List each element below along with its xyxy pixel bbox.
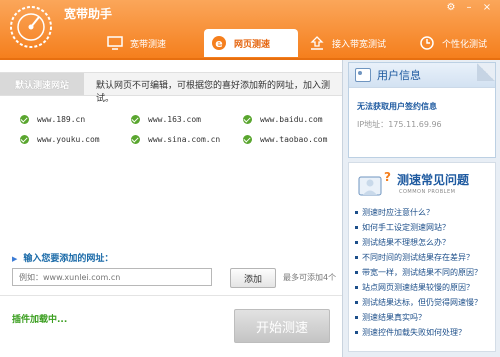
faq-link[interactable]: 带宽一样，测试结果不同的原因？ [355,267,482,278]
tab-access-bandwidth[interactable]: 接入带宽测试 [302,29,408,57]
monitor-icon [106,34,124,52]
tab-custom-test[interactable]: 个性化测试 [412,29,500,57]
bullet-icon [355,286,358,289]
user-info-title: 用户信息 [377,69,421,82]
upload-icon [308,34,326,52]
section-description: 默认网页不可编辑，可根据您的喜好添加新的网址，加入测试。 [96,81,331,104]
window-controls: ⚙ – × [444,2,494,14]
user-info-header: 用户信息 [349,63,495,88]
faq-link-text: 测速时应注意什么？ [362,208,434,217]
site-url: www.youku.com [37,135,100,144]
site-item: www.189.cn [20,115,85,124]
plugin-status: 插件加载中... [12,315,68,325]
tab-broadband-speed[interactable]: 宽带测速 [100,29,200,57]
site-item: www.163.com [131,115,201,124]
add-limit-hint: 最多可添加4个 [283,273,337,282]
svg-text:e: e [215,37,222,50]
site-url: www.taobao.com [260,135,328,144]
tab-web-speed[interactable]: e 网页测速 [204,29,298,57]
bullet-icon [355,331,358,334]
divider [0,295,342,296]
ip-label: IP地址： [357,120,389,129]
faq-link-text: 如何手工设定测速网站？ [362,223,450,232]
site-item: www.sina.com.cn [131,135,220,144]
tab-label: 个性化测试 [442,39,488,50]
faq-link[interactable]: 站点网页测速结果较慢的原因？ [355,282,474,293]
site-url: www.sina.com.cn [148,135,221,144]
check-icon [243,115,252,124]
faq-link[interactable]: 测试结果不理想怎么办？ [355,237,450,248]
app-header: 宽带助手 ⚙ – × 宽带测速 e 网页测速 接入带宽测试 个性化测试 [0,0,500,60]
check-icon [20,135,29,144]
faq-subtitle: COMMON PROBLEM [399,189,456,195]
faq-link[interactable]: 如何手工设定测速网站？ [355,222,450,233]
bullet-icon [355,241,358,244]
user-ip-address: IP地址：175.11.69.96 [357,119,442,130]
user-contract-status: 无法获取用户签约信息 [357,102,437,111]
default-sites-tab[interactable]: 默认测速网站 [0,73,84,95]
bullet-icon [355,226,358,229]
site-item: www.baidu.com [243,115,323,124]
faq-link-text: 站点网页测速结果较慢的原因？ [362,283,474,292]
faq-link-text: 测速结果真实吗？ [362,313,426,322]
site-item: www.youku.com [20,135,100,144]
tab-label: 宽带测速 [130,39,167,50]
app-title: 宽带助手 [64,7,113,21]
speedometer-logo-icon [10,6,52,48]
faq-link-text: 测试结果达标，但仍觉得网速慢？ [362,298,482,307]
site-url: www.189.cn [37,115,86,124]
check-icon [131,115,140,124]
faq-card: ? 测速常见问题 COMMON PROBLEM 测速时应注意什么？ 如何手工设定… [348,162,496,352]
faq-link[interactable]: 测速结果真实吗？ [355,312,426,323]
site-url: www.baidu.com [260,115,323,124]
add-url-label-text: 输入您要添加的网址： [23,254,114,264]
svg-text:?: ? [384,170,391,184]
tab-label: 网页测速 [234,39,271,50]
ie-icon: e [210,34,228,52]
bullet-icon [355,211,358,214]
bullet-icon [355,271,358,274]
faq-title: 测速常见问题 [397,173,470,187]
site-url: www.163.com [148,115,201,124]
start-test-button[interactable]: 开始测速 [234,309,330,343]
clock-icon [418,34,436,52]
triangle-right-icon: ▶ [12,255,18,263]
faq-link[interactable]: 测试结果达标，但仍觉得网速慢？ [355,297,482,308]
tab-label: 接入带宽测试 [332,39,387,50]
user-card-icon [355,68,371,82]
user-info-card: 用户信息 无法获取用户签约信息 IP地址：175.11.69.96 [348,62,496,158]
bullet-icon [355,316,358,319]
section-header: 默认测速网站 默认网页不可编辑，可根据您的喜好添加新的网址，加入测试。 [0,72,342,104]
faq-link-text: 带宽一样，测试结果不同的原因？ [362,268,482,277]
bullet-icon [355,256,358,259]
main-tabs: 宽带测速 e 网页测速 接入带宽测试 个性化测试 [100,29,500,57]
faq-link[interactable]: 测速控件加载失败如何处理？ [355,327,466,338]
faq-link-text: 测试结果不理想怎么办？ [362,238,450,247]
question-person-icon: ? [358,170,391,196]
add-url-input[interactable] [12,268,212,286]
faq-link-text: 测速控件加载失败如何处理？ [362,328,466,337]
close-icon[interactable]: × [480,2,494,14]
add-button[interactable]: 添加 [230,268,276,288]
bullet-icon [355,301,358,304]
page-fold-decoration [477,63,495,81]
ip-value: 175.11.69.96 [388,120,442,129]
minimize-icon[interactable]: – [462,2,476,14]
check-icon [20,115,29,124]
check-icon [243,135,252,144]
add-url-label: ▶ 输入您要添加的网址： [12,251,113,264]
faq-link[interactable]: 不同时间的测试结果存在差异？ [355,252,474,263]
faq-link[interactable]: 测速时应注意什么？ [355,207,434,218]
check-icon [131,135,140,144]
gear-icon[interactable]: ⚙ [444,2,458,14]
faq-link-text: 不同时间的测试结果存在差异？ [362,253,474,262]
site-item: www.taobao.com [243,135,327,144]
